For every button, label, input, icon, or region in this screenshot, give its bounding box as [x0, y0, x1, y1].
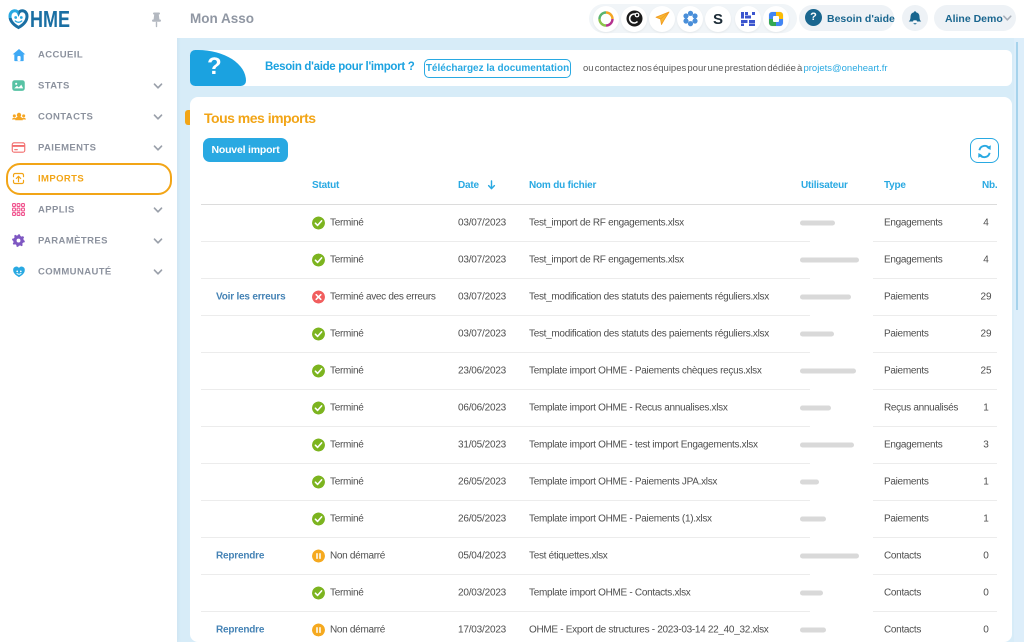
svg-text:HME: HME [30, 6, 70, 32]
svg-text:S: S [713, 11, 723, 27]
